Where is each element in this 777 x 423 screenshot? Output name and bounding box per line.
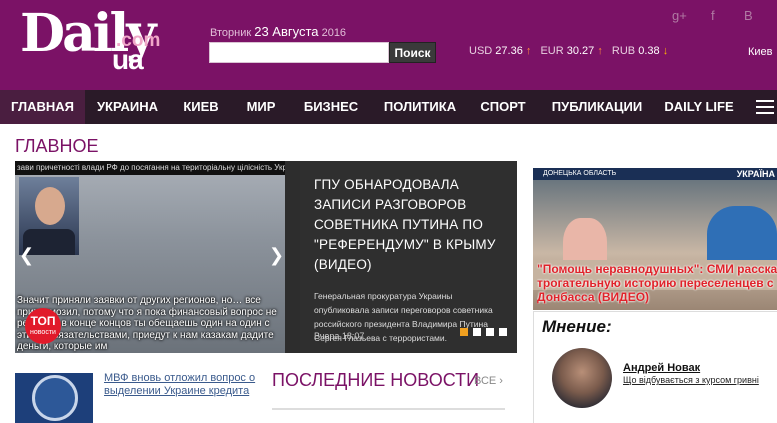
- date-year: 2016: [321, 27, 347, 39]
- all-news-link[interactable]: ВСЕ ›: [474, 375, 503, 387]
- main-nav: ГЛАВНАЯ УКРАИНА КИЕВ МИР БИЗНЕС ПОЛИТИКА…: [0, 90, 777, 124]
- slider-dot[interactable]: [486, 328, 494, 336]
- feature-caption[interactable]: "Помощь неравнодушных": СМИ рассказал тр…: [537, 262, 777, 304]
- imf-seal-icon: [32, 375, 78, 421]
- rate-rub: RUB 0.38 ↓: [612, 45, 668, 57]
- slider-dot[interactable]: [473, 328, 481, 336]
- nav-item-business[interactable]: БИЗНЕС: [290, 90, 372, 124]
- badge-sub: новости: [30, 329, 56, 336]
- slider-dot[interactable]: [460, 328, 468, 336]
- section-title: ГЛАВНОЕ: [15, 136, 99, 156]
- nav-item-publications[interactable]: ПУБЛИКАЦИИ: [538, 90, 656, 124]
- avatar[interactable]: [552, 348, 612, 408]
- currency-rates: USD 27.36 ↑ EUR 30.27 ↑ RUB 0.38 ↓: [469, 45, 674, 57]
- menu-icon[interactable]: [756, 100, 774, 114]
- opinion-title: Мнение:: [542, 317, 612, 336]
- top-news-slider[interactable]: зави причетності влади РФ до посягання н…: [15, 161, 517, 353]
- arrow-up-icon: ↑: [525, 45, 532, 57]
- rate-usd: USD 27.36 ↑: [469, 45, 534, 57]
- city-label: Киев: [748, 46, 773, 58]
- rate-value: 27.36: [495, 45, 523, 57]
- nav-item-home[interactable]: ГЛАВНАЯ: [0, 90, 85, 124]
- nav-item-politics[interactable]: ПОЛИТИКА: [372, 90, 468, 124]
- nav-item-kyiv[interactable]: КИЕВ: [170, 90, 232, 124]
- video-caption-top: зави причетності влади РФ до посягання н…: [15, 161, 285, 175]
- vk-icon[interactable]: В: [744, 8, 753, 23]
- search-input[interactable]: [209, 42, 389, 63]
- arrow-left-icon[interactable]: ❮: [19, 245, 34, 266]
- news-link[interactable]: МВФ вновь отложил вопрос о выделении Укр…: [104, 372, 264, 398]
- rate-code: EUR: [540, 45, 564, 57]
- nav-item-daily-life[interactable]: DAILY LIFE: [656, 90, 742, 124]
- site-header: Daily .com ua Вторник 23 Августа 2016 По…: [0, 0, 777, 90]
- nav-item-ukraine[interactable]: УКРАИНА: [85, 90, 170, 124]
- person-photo: [19, 177, 79, 255]
- arrow-up-icon: ↑: [597, 45, 603, 57]
- date-day: 23 Августа: [254, 24, 319, 39]
- rate-value: 0.38: [638, 45, 660, 57]
- rate-code: USD: [469, 45, 493, 57]
- news-thumbnail[interactable]: [15, 373, 93, 423]
- arrow-down-icon: ↓: [662, 45, 669, 57]
- nav-item-world[interactable]: МИР: [232, 90, 290, 124]
- date-weekday: Вторник: [210, 27, 252, 39]
- slider-dots: [455, 323, 507, 341]
- search-button[interactable]: Поиск: [389, 42, 436, 63]
- slide-title[interactable]: ГПУ ОБНАРОДОВАЛА ЗАПИСИ РАЗГОВОРОВ СОВЕТ…: [314, 175, 503, 275]
- rate-eur: EUR 30.27 ↑: [540, 45, 605, 57]
- slide-text-panel: ГПУ ОБНАРОДОВАЛА ЗАПИСИ РАЗГОВОРОВ СОВЕТ…: [300, 161, 517, 353]
- current-date: Вторник 23 Августа 2016: [210, 24, 346, 39]
- site-logo[interactable]: Daily .com ua: [20, 4, 160, 84]
- city-selector[interactable]: Киев ⌄: [748, 45, 777, 58]
- latest-news-title: ПОСЛЕДНИЕ НОВОСТИ: [272, 370, 480, 390]
- rate-code: RUB: [611, 45, 636, 57]
- nav-item-sport[interactable]: СПОРТ: [468, 90, 538, 124]
- facebook-icon[interactable]: f: [711, 8, 715, 23]
- arrow-right-icon[interactable]: ❯: [269, 245, 284, 266]
- badge-main: ТОП: [30, 314, 56, 328]
- divider: [272, 408, 505, 410]
- google-plus-icon[interactable]: g+: [672, 8, 687, 23]
- top-news-badge: ТОП новости: [25, 308, 61, 344]
- rate-value: 30.27: [566, 45, 595, 57]
- logo-ua: ua: [112, 44, 144, 75]
- slider-dot[interactable]: [499, 328, 507, 336]
- opinion-author[interactable]: Андрей Новак: [623, 362, 700, 374]
- slide-time: Вчера 18:07: [314, 331, 365, 341]
- opinion-headline[interactable]: Що відбувається з курсом гривні: [623, 375, 759, 385]
- tv-brand: УКРАЇНА: [736, 169, 775, 179]
